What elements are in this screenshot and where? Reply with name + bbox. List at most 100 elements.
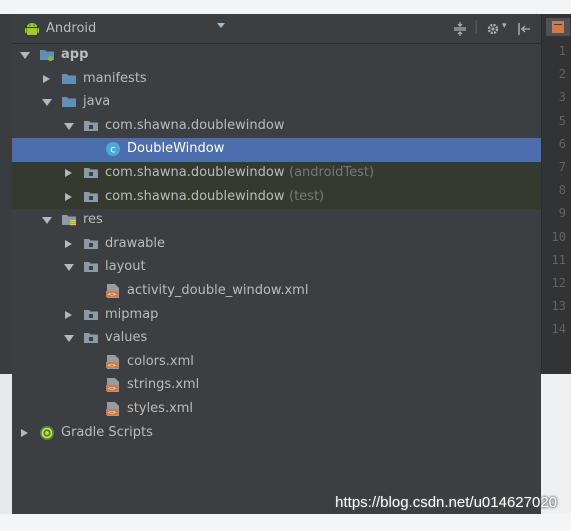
tree-item-label: res: [83, 212, 103, 228]
tree-item-label: strings.xml: [127, 377, 200, 393]
line-number: 6: [558, 136, 566, 151]
line-number: 5: [558, 113, 566, 128]
chevron-down-icon[interactable]: [42, 217, 52, 225]
chevron-down-icon[interactable]: [64, 264, 74, 272]
svg-text:c: c: [110, 145, 116, 156]
editor-tab[interactable]: [546, 18, 570, 36]
tree-row[interactable]: <> strings.xml: [12, 374, 541, 398]
left-tool-strip: [0, 14, 12, 374]
res-folder-icon: [61, 212, 77, 228]
background-area: [0, 374, 12, 514]
tree-row[interactable]: layout: [12, 256, 541, 280]
package-icon: [83, 118, 99, 134]
gradle-icon: [39, 425, 55, 441]
watermark-text: https://blog.csdn.net/u014627020: [335, 494, 557, 511]
svg-text:<>: <>: [108, 410, 116, 416]
tree-item-source-suffix: (test): [289, 188, 325, 204]
chevron-down-icon[interactable]: [217, 23, 225, 28]
svg-text:<>: <>: [108, 386, 116, 392]
xml-file-icon: <>: [105, 354, 121, 370]
line-number: 7: [558, 160, 566, 174]
view-mode-selector[interactable]: Android: [46, 21, 96, 36]
tree-row[interactable]: Gradle Scripts: [12, 422, 541, 446]
tree-row[interactable]: c DoubleWindow: [12, 138, 541, 162]
chevron-right-icon[interactable]: [65, 169, 72, 177]
svg-text:<>: <>: [108, 292, 116, 298]
tree-item-label: activity_double_window.xml: [127, 283, 309, 298]
tree-row[interactable]: values: [12, 327, 541, 351]
chevron-down-icon[interactable]: [20, 52, 30, 59]
tree-item-label: com.shawna.doublewindow: [105, 188, 285, 204]
background-bottom-strip: [0, 514, 571, 531]
chevron-down-icon[interactable]: [64, 335, 74, 343]
tree-row[interactable]: res: [12, 209, 541, 233]
tree-row[interactable]: com.shawna.doublewindow: [12, 115, 541, 139]
line-number: 13: [551, 299, 566, 314]
tree-row[interactable]: drawable: [12, 233, 541, 257]
line-number: 11: [551, 252, 566, 267]
package-icon: [83, 236, 99, 252]
tree-row[interactable]: <> styles.xml: [12, 398, 541, 422]
tree-item-source-suffix: (androidTest): [289, 165, 375, 180]
package-icon: [83, 165, 99, 181]
tree-row[interactable]: com.shawna.doublewindow (test): [12, 185, 541, 210]
tree-row[interactable]: mipmap: [12, 304, 541, 328]
project-panel: Android | ▾ app manifests java com.shawna.d…: [12, 14, 541, 514]
toolbar-separator: |: [474, 19, 479, 34]
line-number: 14: [551, 322, 566, 337]
hide-panel-icon[interactable]: [517, 22, 531, 36]
line-number: 3: [558, 90, 566, 105]
package-icon: [83, 189, 99, 205]
window-top-strip: [0, 0, 571, 14]
tree-row[interactable]: <> colors.xml: [12, 351, 541, 375]
tree-item-label: app: [61, 47, 89, 62]
tree-item-label: values: [105, 330, 148, 346]
tree-item-label: DoubleWindow: [127, 141, 225, 157]
tree-item-label: colors.xml: [127, 353, 194, 369]
tree-item-label: manifests: [83, 70, 147, 86]
svg-text:<>: <>: [108, 363, 116, 369]
chevron-right-icon[interactable]: [65, 192, 72, 201]
settings-gear-icon[interactable]: [486, 22, 500, 36]
tree-item-label: com.shawna.doublewindow: [105, 165, 285, 180]
line-number: 12: [551, 276, 566, 290]
tree-item-label: layout: [105, 259, 146, 275]
line-number: 1: [558, 44, 566, 58]
tree-row[interactable]: manifests: [12, 68, 541, 92]
chevron-right-icon[interactable]: [65, 310, 72, 319]
tree-row[interactable]: java: [12, 91, 541, 115]
tree-row[interactable]: <> activity_double_window.xml: [12, 280, 541, 304]
chevron-down-icon[interactable]: [42, 99, 52, 107]
chevron-right-icon[interactable]: [65, 239, 72, 248]
xml-file-icon: <>: [105, 401, 121, 417]
line-number: 2: [558, 67, 566, 82]
tree-row[interactable]: com.shawna.doublewindow (androidTest): [12, 162, 541, 186]
folder-icon: [61, 71, 77, 87]
tree-item-label: drawable: [105, 235, 166, 251]
xml-file-icon: <>: [105, 377, 121, 393]
line-number: 8: [558, 183, 566, 198]
chevron-right-icon[interactable]: [43, 74, 50, 83]
chevron-down-icon[interactable]: [64, 122, 74, 130]
package-icon: [83, 307, 99, 323]
settings-dropdown-arrow-icon[interactable]: ▾: [502, 21, 507, 31]
class-icon: c: [105, 141, 121, 157]
tree-item-label: com.shawna.doublewindow: [105, 117, 285, 133]
tree-item-label: java: [83, 94, 111, 110]
collapse-all-icon[interactable]: [453, 22, 467, 36]
line-number: 9: [558, 206, 566, 221]
package-icon: [83, 259, 99, 275]
xml-file-icon: <>: [105, 283, 121, 299]
package-icon: [83, 330, 99, 346]
android-icon: [25, 23, 39, 35]
xml-file-icon: [552, 21, 564, 33]
folder-icon: [61, 94, 77, 110]
module-folder-icon: [39, 47, 55, 63]
tree-item-label: Gradle Scripts: [61, 424, 153, 440]
tree-item-label: styles.xml: [127, 401, 194, 416]
editor-gutter: 1 2 3 5 6 7 8 9 10 11 12 13 14: [541, 14, 571, 374]
chevron-right-icon[interactable]: [21, 428, 28, 437]
project-panel-header: Android | ▾: [12, 14, 541, 44]
tree-row[interactable]: app: [12, 44, 541, 68]
tree-item-label: mipmap: [105, 306, 159, 322]
